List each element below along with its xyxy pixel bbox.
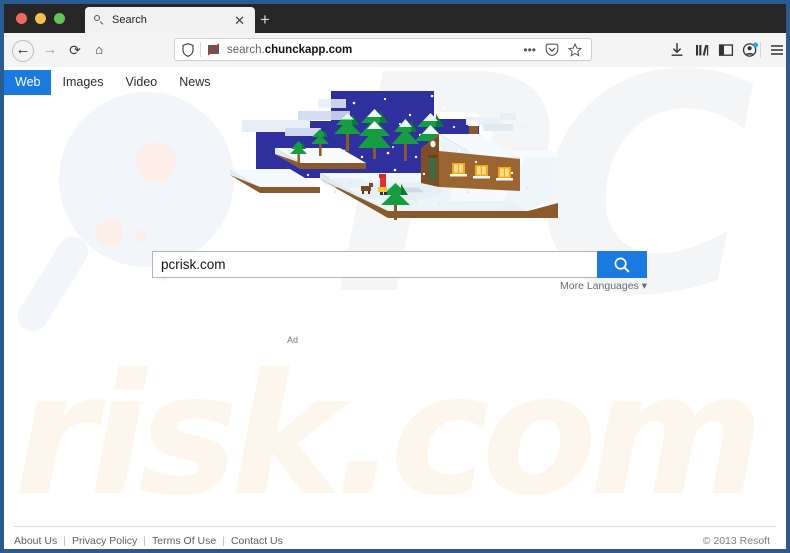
watermark-circle — [136, 142, 176, 182]
sidebar-icon[interactable] — [717, 40, 735, 60]
tab-news[interactable]: News — [168, 70, 221, 95]
watermark-circle — [96, 219, 123, 246]
page-content: PC risk.com Web Images Video News — [4, 67, 786, 549]
tab-title: Search — [112, 14, 147, 26]
footer-link-privacy-policy[interactable]: Privacy Policy — [72, 535, 137, 547]
toolbar-divider — [760, 42, 761, 58]
page-footer: About Us | Privacy Policy | Terms Of Use… — [14, 526, 776, 549]
footer-copyright: © 2013 Resoft — [702, 534, 770, 547]
close-tab-icon[interactable]: ✕ — [232, 14, 247, 27]
footer-link-contact-us[interactable]: Contact Us — [231, 535, 283, 547]
reload-button[interactable]: ⟳ — [65, 40, 85, 60]
page-actions-icon[interactable]: ••• — [523, 44, 536, 56]
title-bar: Search ✕ + — [4, 4, 786, 33]
downloads-icon[interactable] — [668, 40, 686, 60]
search-input[interactable] — [152, 251, 597, 278]
close-window-button[interactable] — [16, 13, 27, 24]
account-icon[interactable] — [741, 40, 759, 60]
footer-separator: | — [222, 534, 225, 547]
back-button[interactable]: ← — [12, 40, 34, 62]
ad-label: Ad — [287, 335, 299, 345]
tab-search-icon — [93, 14, 105, 26]
pocket-icon[interactable] — [545, 43, 559, 57]
home-button[interactable]: ⌂ — [89, 40, 109, 60]
browser-tab[interactable]: Search ✕ — [85, 7, 255, 33]
address-bar-divider — [200, 42, 201, 57]
tab-video[interactable]: Video — [114, 70, 168, 95]
footer-link-about-us[interactable]: About Us — [14, 535, 57, 547]
search-button[interactable] — [597, 251, 647, 278]
search-row — [152, 251, 647, 278]
watermark-risk-text: risk.com — [14, 337, 764, 533]
winter-village-illustration — [230, 91, 558, 220]
window-controls — [16, 13, 65, 24]
footer-link-terms-of-use[interactable]: Terms Of Use — [152, 535, 216, 547]
bookmark-star-icon[interactable] — [568, 42, 582, 57]
address-bar[interactable]: search.chunckapp.com ••• — [174, 38, 592, 61]
browser-window: Search ✕ + ← → ⟳ ⌂ search.chunckapp.com … — [0, 0, 790, 553]
footer-separator: | — [143, 534, 147, 547]
site-nav-tabs: Web Images Video News — [4, 70, 222, 95]
menu-icon[interactable] — [768, 40, 786, 60]
more-languages-link[interactable]: More Languages ▾ — [152, 280, 647, 292]
maximize-window-button[interactable] — [54, 13, 65, 24]
shield-icon[interactable] — [182, 42, 194, 57]
tab-images[interactable]: Images — [51, 70, 114, 95]
forward-button[interactable]: → — [40, 40, 60, 60]
minimize-window-button[interactable] — [35, 13, 46, 24]
magnifier-watermark-lens — [59, 92, 234, 267]
navigation-toolbar: ← → ⟳ ⌂ search.chunckapp.com ••• — [4, 33, 786, 68]
url-text: search.chunckapp.com — [227, 43, 353, 56]
new-tab-button[interactable]: + — [260, 11, 270, 28]
blocked-image-icon[interactable] — [207, 43, 220, 56]
footer-separator: | — [63, 534, 66, 547]
watermark-circle — [135, 230, 147, 242]
footer-links: About Us | Privacy Policy | Terms Of Use… — [14, 531, 283, 547]
library-icon[interactable] — [693, 40, 711, 60]
magnifier-watermark-handle — [12, 231, 94, 337]
search-icon — [614, 257, 630, 272]
tab-web[interactable]: Web — [4, 70, 52, 95]
